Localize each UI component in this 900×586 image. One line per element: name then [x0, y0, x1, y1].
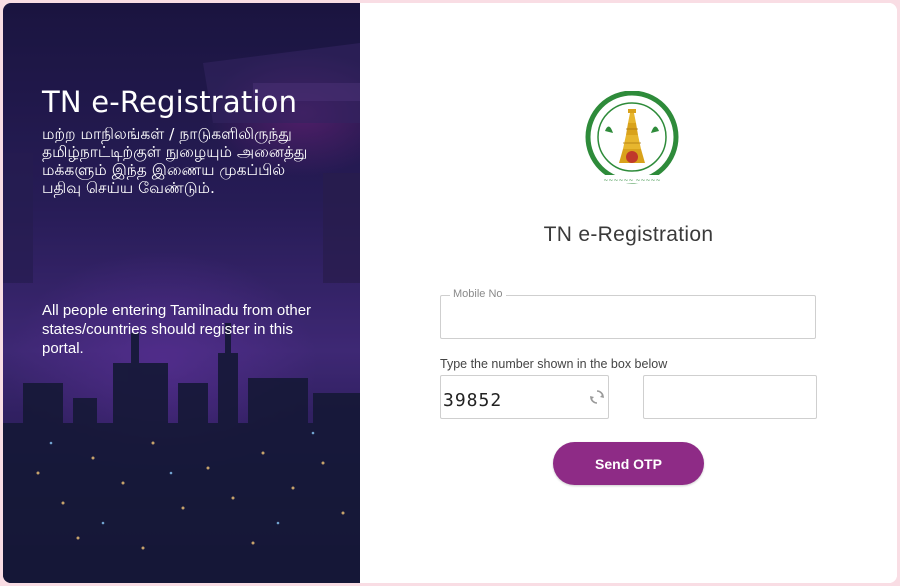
mobile-input[interactable]	[441, 296, 815, 338]
mobile-field[interactable]: Mobile No	[440, 288, 816, 339]
form-panel: ~~~~~~ ~~~~~ TN e-Registration Mobile No…	[360, 3, 897, 583]
captcha-input[interactable]	[643, 375, 817, 419]
svg-text:~~~~~~ ~~~~~: ~~~~~~ ~~~~~	[603, 177, 660, 184]
banner-panel: TN e-Registration மற்ற மாநிலங்கள் / நாடு…	[3, 3, 360, 583]
banner-english-text: All people entering Tamilnadu from other…	[42, 302, 312, 357]
refresh-icon[interactable]	[589, 389, 605, 405]
send-otp-button[interactable]: Send OTP	[553, 442, 704, 485]
tamil-nadu-emblem-icon: ~~~~~~ ~~~~~	[585, 91, 679, 184]
captcha-display: 39852	[440, 375, 609, 419]
captcha-code: 39852	[443, 390, 503, 411]
banner-tamil-text: மற்ற மாநிலங்கள் / நாடுகளிலிருந்து தமிழ்ந…	[42, 125, 308, 197]
form-title: TN e-Registration	[543, 223, 714, 246]
banner-title: TN e-Registration	[42, 85, 298, 119]
captcha-instruction: Type the number shown in the box below	[440, 357, 668, 371]
page-frame: TN e-Registration மற்ற மாநிலங்கள் / நாடு…	[3, 3, 897, 583]
